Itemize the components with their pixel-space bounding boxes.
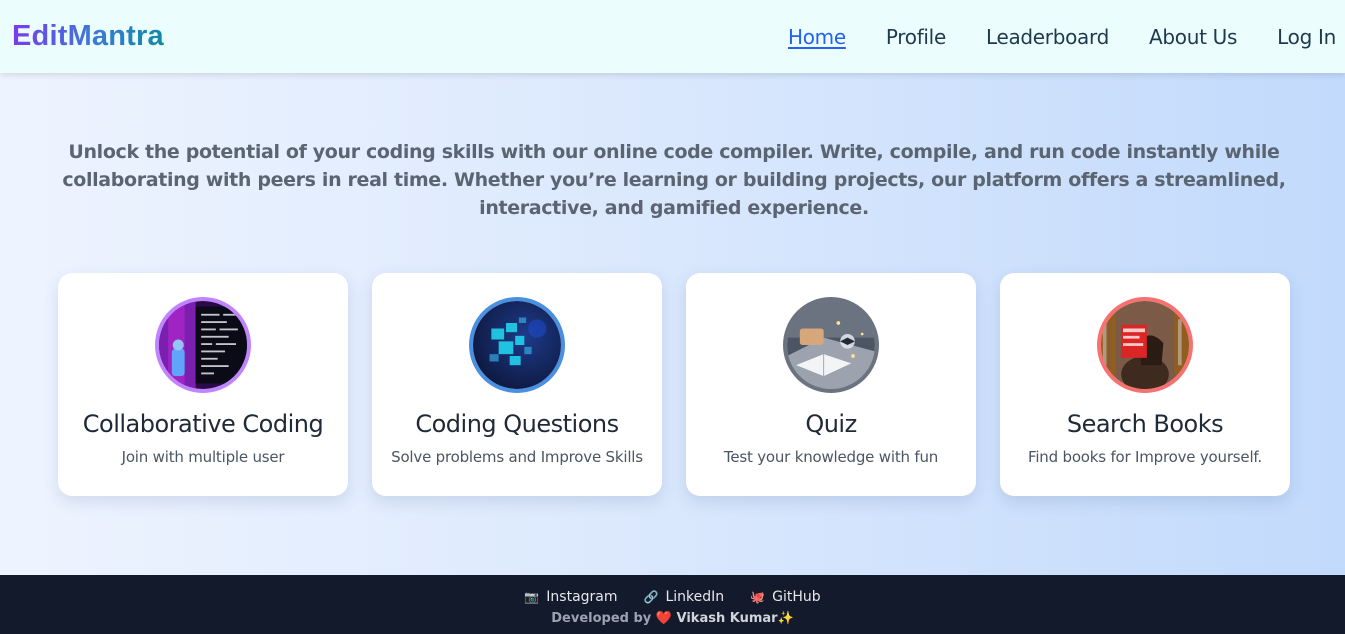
top-navbar: EditMantra Home Profile Leaderboard Abou… — [0, 0, 1345, 73]
code-screen-image — [155, 297, 251, 393]
sparkle-icon: ✨ — [777, 611, 794, 626]
reading-book-image — [1097, 297, 1193, 393]
card-description: Test your knowledge with fun — [723, 448, 939, 466]
study-laptop-image — [783, 297, 879, 393]
nav-links: Home Profile Leaderboard About Us Log In — [788, 25, 1336, 49]
author-name: Vikash Kumar — [676, 611, 778, 626]
nav-link-about-us[interactable]: About Us — [1149, 25, 1237, 49]
footer-link-label: LinkedIn — [665, 589, 725, 605]
intro-text: Unlock the potential of your coding skil… — [62, 141, 1286, 219]
card-collaborative-coding[interactable]: Collaborative Coding Join with multiple … — [58, 273, 348, 496]
card-description: Join with multiple user — [121, 448, 285, 466]
nav-link-log-in[interactable]: Log In — [1277, 25, 1336, 49]
digital-blocks-image — [469, 297, 565, 393]
heart-icon: ❤️ — [655, 611, 672, 626]
footer-link-github[interactable]: 🐙 GitHub — [750, 589, 820, 605]
footer-link-label: Instagram — [546, 589, 618, 605]
feature-cards: Collaborative Coding Join with multiple … — [58, 273, 1290, 496]
nav-link-leaderboard[interactable]: Leaderboard — [986, 25, 1109, 49]
card-title: Coding Questions — [415, 410, 619, 438]
footer-link-instagram[interactable]: 📷 Instagram — [524, 589, 617, 605]
footer-link-label: GitHub — [772, 589, 821, 605]
card-description: Solve problems and Improve Skills — [391, 448, 643, 466]
card-search-books[interactable]: Search Books Find books for Improve your… — [1000, 273, 1290, 496]
nav-link-profile[interactable]: Profile — [886, 25, 946, 49]
footer-link-linkedin[interactable]: 🔗 LinkedIn — [644, 589, 725, 605]
card-title: Collaborative Coding — [82, 410, 324, 438]
credit-prefix: Developed by — [551, 611, 652, 626]
developer-credit: Developed by ❤️ Vikash Kumar✨ — [0, 611, 1345, 626]
camera-icon: 📷 — [524, 590, 540, 604]
octopus-icon: 🐙 — [750, 590, 766, 604]
nav-link-home[interactable]: Home — [788, 25, 846, 49]
card-title: Search Books — [1066, 410, 1224, 438]
footer: 📷 Instagram 🔗 LinkedIn 🐙 GitHub Develope… — [0, 575, 1345, 634]
card-quiz[interactable]: Quiz Test your knowledge with fun — [686, 273, 976, 496]
card-description: Find books for Improve yourself. — [1028, 448, 1262, 466]
brand-logo[interactable]: EditMantra — [12, 20, 164, 53]
link-icon: 🔗 — [643, 590, 659, 604]
card-title: Quiz — [805, 410, 857, 438]
card-coding-questions[interactable]: Coding Questions Solve problems and Impr… — [372, 273, 662, 496]
footer-links: 📷 Instagram 🔗 LinkedIn 🐙 GitHub — [0, 575, 1345, 605]
